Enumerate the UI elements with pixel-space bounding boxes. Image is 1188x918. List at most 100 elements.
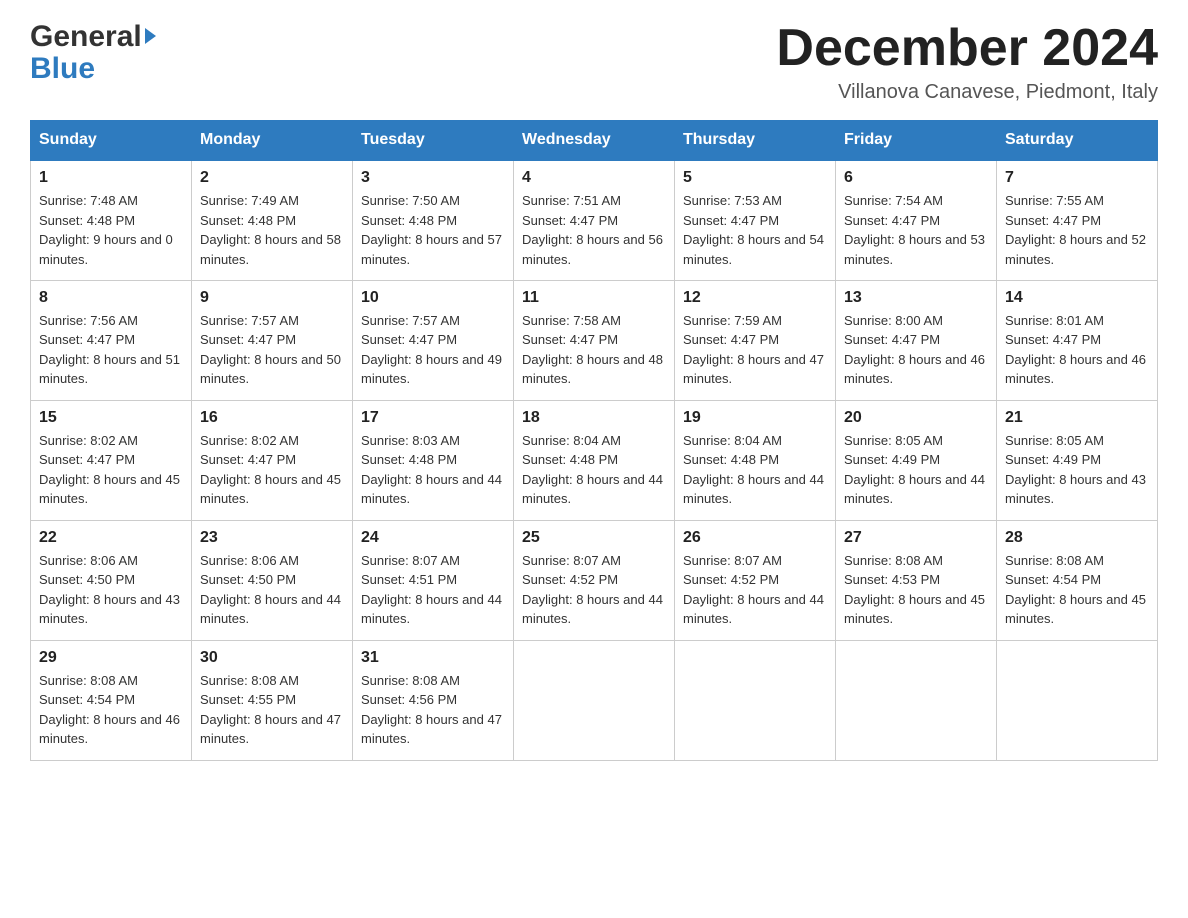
calendar-cell: 3 Sunrise: 7:50 AMSunset: 4:48 PMDayligh…	[353, 160, 514, 280]
calendar-cell: 28 Sunrise: 8:08 AMSunset: 4:54 PMDaylig…	[997, 520, 1158, 640]
day-info: Sunrise: 8:02 AMSunset: 4:47 PMDaylight:…	[200, 431, 344, 509]
day-number: 20	[844, 409, 988, 427]
day-number: 14	[1005, 289, 1149, 307]
calendar-cell: 9 Sunrise: 7:57 AMSunset: 4:47 PMDayligh…	[192, 280, 353, 400]
day-info: Sunrise: 7:54 AMSunset: 4:47 PMDaylight:…	[844, 191, 988, 269]
calendar-cell	[675, 640, 836, 760]
day-info: Sunrise: 8:05 AMSunset: 4:49 PMDaylight:…	[1005, 431, 1149, 509]
day-number: 8	[39, 289, 183, 307]
col-thursday: Thursday	[675, 121, 836, 161]
calendar-cell: 6 Sunrise: 7:54 AMSunset: 4:47 PMDayligh…	[836, 160, 997, 280]
day-info: Sunrise: 8:04 AMSunset: 4:48 PMDaylight:…	[522, 431, 666, 509]
day-info: Sunrise: 8:07 AMSunset: 4:51 PMDaylight:…	[361, 551, 505, 629]
day-number: 25	[522, 529, 666, 547]
calendar-cell: 8 Sunrise: 7:56 AMSunset: 4:47 PMDayligh…	[31, 280, 192, 400]
day-number: 13	[844, 289, 988, 307]
calendar-cell: 14 Sunrise: 8:01 AMSunset: 4:47 PMDaylig…	[997, 280, 1158, 400]
calendar-row: 8 Sunrise: 7:56 AMSunset: 4:47 PMDayligh…	[31, 280, 1158, 400]
location-subtitle: Villanova Canavese, Piedmont, Italy	[776, 81, 1158, 104]
day-info: Sunrise: 8:00 AMSunset: 4:47 PMDaylight:…	[844, 311, 988, 389]
logo-blue-text: Blue	[30, 52, 95, 86]
day-number: 2	[200, 169, 344, 187]
day-info: Sunrise: 8:06 AMSunset: 4:50 PMDaylight:…	[200, 551, 344, 629]
day-number: 30	[200, 649, 344, 667]
month-title: December 2024	[776, 20, 1158, 77]
day-number: 27	[844, 529, 988, 547]
calendar-cell: 29 Sunrise: 8:08 AMSunset: 4:54 PMDaylig…	[31, 640, 192, 760]
day-number: 28	[1005, 529, 1149, 547]
calendar-cell: 16 Sunrise: 8:02 AMSunset: 4:47 PMDaylig…	[192, 400, 353, 520]
calendar-cell: 1 Sunrise: 7:48 AMSunset: 4:48 PMDayligh…	[31, 160, 192, 280]
calendar-cell: 15 Sunrise: 8:02 AMSunset: 4:47 PMDaylig…	[31, 400, 192, 520]
day-number: 4	[522, 169, 666, 187]
day-info: Sunrise: 8:04 AMSunset: 4:48 PMDaylight:…	[683, 431, 827, 509]
day-info: Sunrise: 8:08 AMSunset: 4:56 PMDaylight:…	[361, 671, 505, 749]
day-info: Sunrise: 8:03 AMSunset: 4:48 PMDaylight:…	[361, 431, 505, 509]
day-number: 17	[361, 409, 505, 427]
calendar-cell: 4 Sunrise: 7:51 AMSunset: 4:47 PMDayligh…	[514, 160, 675, 280]
header-row: Sunday Monday Tuesday Wednesday Thursday…	[31, 121, 1158, 161]
calendar-cell: 20 Sunrise: 8:05 AMSunset: 4:49 PMDaylig…	[836, 400, 997, 520]
day-number: 22	[39, 529, 183, 547]
calendar-body: 1 Sunrise: 7:48 AMSunset: 4:48 PMDayligh…	[31, 160, 1158, 760]
day-number: 16	[200, 409, 344, 427]
day-number: 29	[39, 649, 183, 667]
logo: General Blue	[30, 20, 156, 86]
day-number: 10	[361, 289, 505, 307]
day-info: Sunrise: 8:07 AMSunset: 4:52 PMDaylight:…	[522, 551, 666, 629]
calendar-cell	[514, 640, 675, 760]
col-saturday: Saturday	[997, 121, 1158, 161]
day-number: 26	[683, 529, 827, 547]
calendar-cell: 2 Sunrise: 7:49 AMSunset: 4:48 PMDayligh…	[192, 160, 353, 280]
day-info: Sunrise: 8:05 AMSunset: 4:49 PMDaylight:…	[844, 431, 988, 509]
calendar-cell: 11 Sunrise: 7:58 AMSunset: 4:47 PMDaylig…	[514, 280, 675, 400]
calendar-row: 22 Sunrise: 8:06 AMSunset: 4:50 PMDaylig…	[31, 520, 1158, 640]
day-number: 23	[200, 529, 344, 547]
calendar-cell: 17 Sunrise: 8:03 AMSunset: 4:48 PMDaylig…	[353, 400, 514, 520]
logo-triangle-icon	[145, 28, 156, 44]
calendar-cell: 18 Sunrise: 8:04 AMSunset: 4:48 PMDaylig…	[514, 400, 675, 520]
calendar-cell: 5 Sunrise: 7:53 AMSunset: 4:47 PMDayligh…	[675, 160, 836, 280]
day-info: Sunrise: 8:02 AMSunset: 4:47 PMDaylight:…	[39, 431, 183, 509]
calendar-cell: 22 Sunrise: 8:06 AMSunset: 4:50 PMDaylig…	[31, 520, 192, 640]
calendar-cell: 31 Sunrise: 8:08 AMSunset: 4:56 PMDaylig…	[353, 640, 514, 760]
day-number: 31	[361, 649, 505, 667]
calendar-cell: 13 Sunrise: 8:00 AMSunset: 4:47 PMDaylig…	[836, 280, 997, 400]
calendar-cell: 30 Sunrise: 8:08 AMSunset: 4:55 PMDaylig…	[192, 640, 353, 760]
day-number: 21	[1005, 409, 1149, 427]
day-number: 12	[683, 289, 827, 307]
day-number: 7	[1005, 169, 1149, 187]
calendar-cell: 23 Sunrise: 8:06 AMSunset: 4:50 PMDaylig…	[192, 520, 353, 640]
calendar-header: Sunday Monday Tuesday Wednesday Thursday…	[31, 121, 1158, 161]
day-info: Sunrise: 8:07 AMSunset: 4:52 PMDaylight:…	[683, 551, 827, 629]
day-info: Sunrise: 7:55 AMSunset: 4:47 PMDaylight:…	[1005, 191, 1149, 269]
day-number: 1	[39, 169, 183, 187]
calendar-row: 1 Sunrise: 7:48 AMSunset: 4:48 PMDayligh…	[31, 160, 1158, 280]
day-info: Sunrise: 7:56 AMSunset: 4:47 PMDaylight:…	[39, 311, 183, 389]
calendar-cell: 7 Sunrise: 7:55 AMSunset: 4:47 PMDayligh…	[997, 160, 1158, 280]
day-info: Sunrise: 7:59 AMSunset: 4:47 PMDaylight:…	[683, 311, 827, 389]
day-number: 11	[522, 289, 666, 307]
calendar-table: Sunday Monday Tuesday Wednesday Thursday…	[30, 120, 1158, 761]
day-info: Sunrise: 7:58 AMSunset: 4:47 PMDaylight:…	[522, 311, 666, 389]
col-wednesday: Wednesday	[514, 121, 675, 161]
calendar-row: 15 Sunrise: 8:02 AMSunset: 4:47 PMDaylig…	[31, 400, 1158, 520]
calendar-cell: 25 Sunrise: 8:07 AMSunset: 4:52 PMDaylig…	[514, 520, 675, 640]
day-number: 5	[683, 169, 827, 187]
day-number: 19	[683, 409, 827, 427]
day-info: Sunrise: 8:06 AMSunset: 4:50 PMDaylight:…	[39, 551, 183, 629]
col-friday: Friday	[836, 121, 997, 161]
day-info: Sunrise: 7:49 AMSunset: 4:48 PMDaylight:…	[200, 191, 344, 269]
title-section: December 2024 Villanova Canavese, Piedmo…	[776, 20, 1158, 104]
day-number: 9	[200, 289, 344, 307]
day-info: Sunrise: 7:51 AMSunset: 4:47 PMDaylight:…	[522, 191, 666, 269]
calendar-cell: 19 Sunrise: 8:04 AMSunset: 4:48 PMDaylig…	[675, 400, 836, 520]
day-info: Sunrise: 7:50 AMSunset: 4:48 PMDaylight:…	[361, 191, 505, 269]
day-number: 15	[39, 409, 183, 427]
day-info: Sunrise: 8:01 AMSunset: 4:47 PMDaylight:…	[1005, 311, 1149, 389]
calendar-cell: 24 Sunrise: 8:07 AMSunset: 4:51 PMDaylig…	[353, 520, 514, 640]
calendar-cell: 12 Sunrise: 7:59 AMSunset: 4:47 PMDaylig…	[675, 280, 836, 400]
col-tuesday: Tuesday	[353, 121, 514, 161]
day-number: 24	[361, 529, 505, 547]
day-info: Sunrise: 8:08 AMSunset: 4:53 PMDaylight:…	[844, 551, 988, 629]
